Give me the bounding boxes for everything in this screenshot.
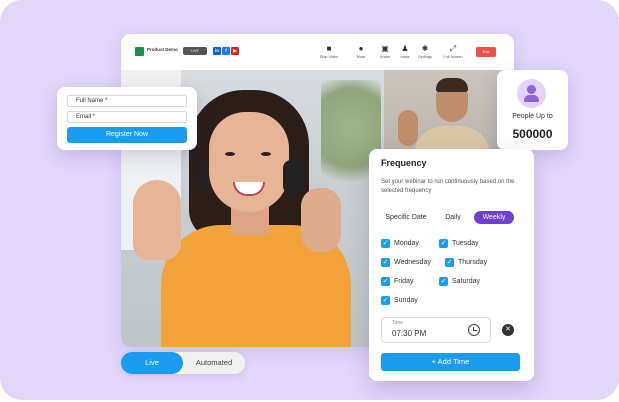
checkbox-checked-icon: ✓ [445, 258, 454, 267]
full-name-field[interactable]: Full Name * [67, 95, 187, 107]
remove-time-icon[interactable]: ✕ [502, 324, 514, 336]
clock-icon[interactable] [468, 324, 480, 336]
youtube-icon[interactable]: ▶ [231, 47, 239, 55]
frequency-title: Frequency [381, 158, 427, 168]
email-field[interactable]: Email * [67, 111, 187, 123]
time-label: Time [392, 320, 403, 326]
people-capacity-card: People Up to 500000 [497, 70, 568, 150]
participant-hair [436, 78, 468, 92]
microphone-icon: ● [358, 44, 364, 53]
stop-video-label: Stop Video [319, 55, 339, 59]
presenter-hand [301, 188, 341, 252]
day-label: Monday [394, 240, 419, 247]
settings-label: Settings [418, 55, 432, 59]
checkbox-checked-icon: ✓ [381, 239, 390, 248]
register-now-button[interactable]: Register Now [67, 127, 187, 143]
day-label: Friday [394, 278, 414, 285]
presenter-eye [225, 152, 235, 156]
settings-button[interactable]: ✱ Settings [413, 43, 437, 59]
waving-hand [133, 180, 181, 260]
frequency-card: Frequency Set your webinar to run contin… [369, 149, 534, 381]
full-screen-button[interactable]: ⤢ Full Screen [441, 43, 465, 59]
checkbox-checked-icon: ✓ [381, 296, 390, 305]
presenter-face [209, 112, 289, 212]
user-icon [517, 79, 546, 108]
day-label: Sunday [394, 297, 418, 304]
stop-video-button[interactable]: ■ Stop Video [317, 43, 341, 59]
fullscreen-icon: ⤢ [449, 44, 457, 53]
video-camera-icon: ■ [326, 44, 332, 53]
tab-weekly[interactable]: Weekly [474, 211, 514, 224]
presenter-eye [261, 152, 271, 156]
day-label: Wednesday [394, 259, 431, 266]
frequency-description: Set your webinar to run continuously bas… [381, 179, 515, 194]
tab-daily[interactable]: Daily [439, 211, 467, 224]
full-screen-label: Full Screen [443, 55, 463, 59]
live-toggle-option[interactable]: Live [121, 352, 183, 374]
day-label: Tuesday [452, 240, 479, 247]
time-field[interactable]: Time 07:30 PM [381, 317, 491, 343]
linkedin-icon[interactable]: in [213, 47, 221, 55]
people-label: People Up to [512, 113, 553, 120]
headset-right-icon [283, 160, 305, 194]
live-badge: LIVE [183, 47, 207, 55]
checkbox-checked-icon: ✓ [439, 277, 448, 286]
automated-toggle-option[interactable]: Automated [183, 352, 245, 374]
hero-background: Product Demo LIVE in f ▶ ■ Stop Video ● … [0, 0, 619, 400]
registration-card: Full Name * Email * Register Now [57, 87, 197, 150]
exit-button[interactable]: Exit [476, 47, 496, 57]
add-time-button[interactable]: + Add Time [381, 353, 520, 371]
mute-button[interactable]: ● Mute [349, 43, 373, 59]
day-label: Thursday [458, 259, 488, 266]
webinar-topbar: Product Demo LIVE in f ▶ ■ Stop Video ● … [121, 34, 514, 70]
settings-icon: ✱ [421, 44, 429, 53]
day-label: Saturday [452, 278, 481, 285]
mode-toggle: Live Automated [121, 352, 245, 374]
tab-specific-date[interactable]: Specific Date [379, 211, 433, 224]
mute-label: Mute [356, 55, 366, 59]
app-name: Product Demo [147, 47, 178, 52]
headset-left-icon [199, 160, 209, 190]
checkbox-checked-icon: ✓ [381, 277, 390, 286]
time-value: 07:30 PM [392, 329, 427, 338]
checkbox-checked-icon: ✓ [381, 258, 390, 267]
people-count: 500000 [512, 127, 553, 141]
participant-hand [398, 110, 418, 146]
app-logo [135, 47, 144, 56]
checkbox-checked-icon: ✓ [439, 239, 448, 248]
facebook-icon[interactable]: f [222, 47, 230, 55]
